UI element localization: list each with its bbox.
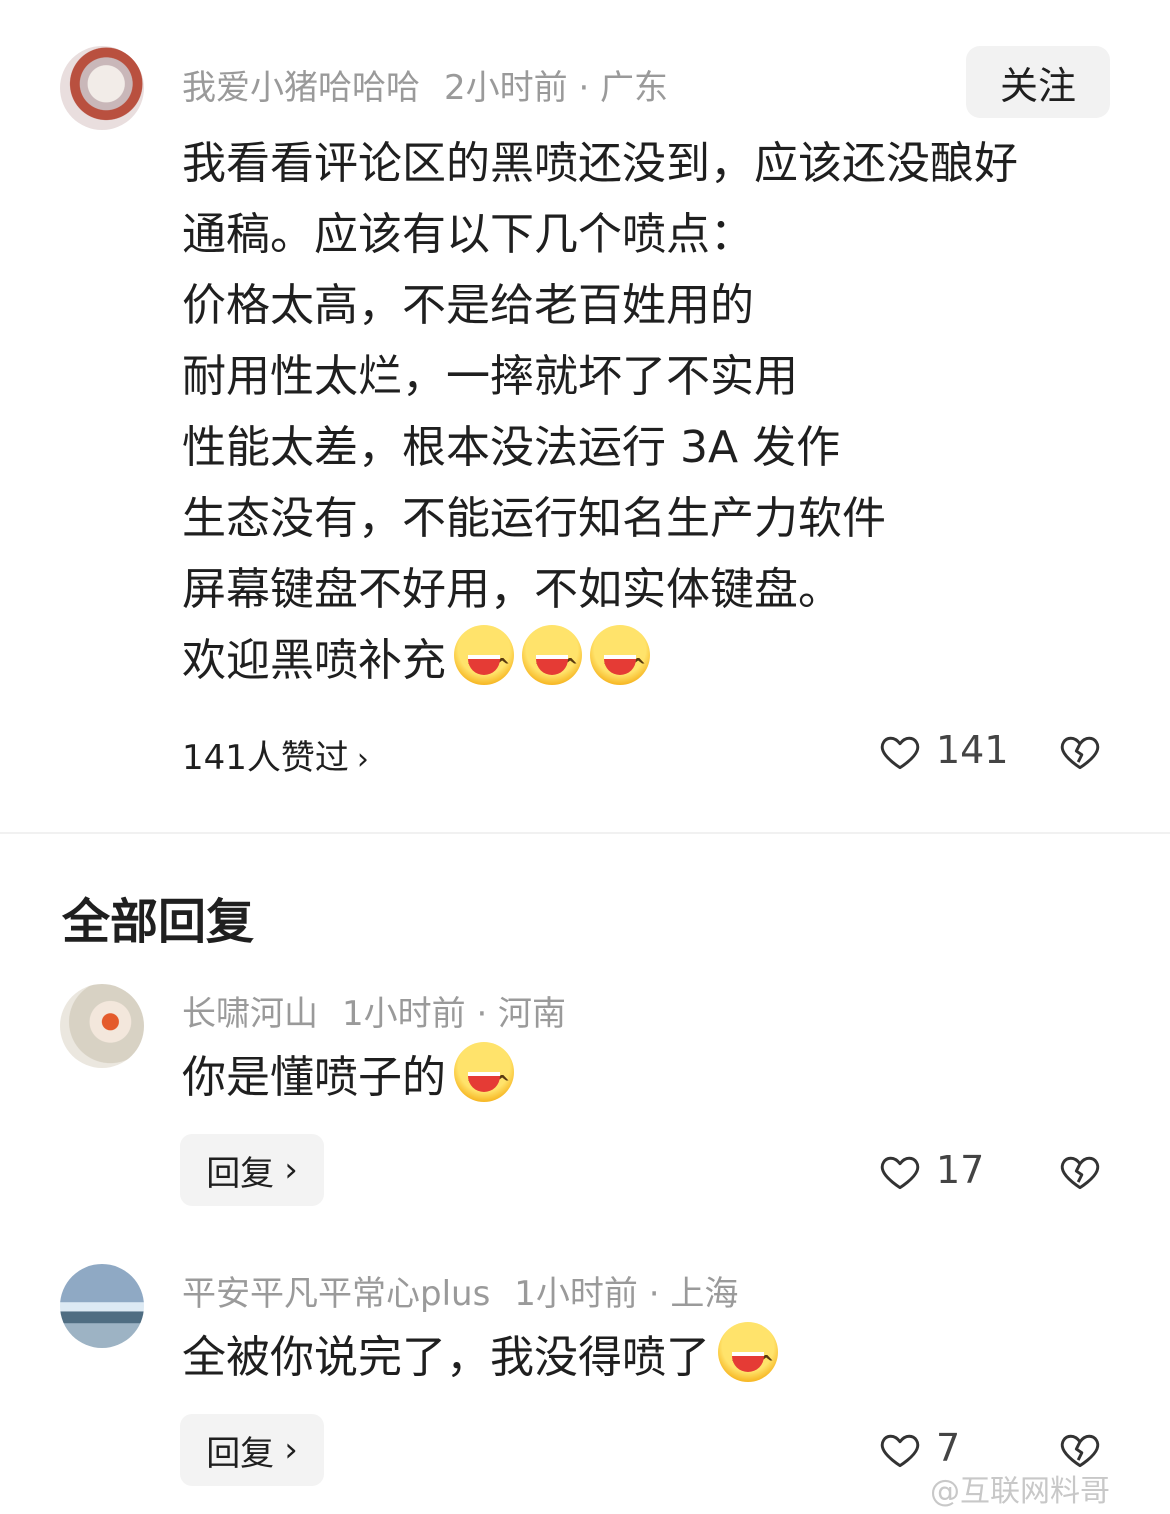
watermark: @互联网料哥 xyxy=(930,1474,1110,1509)
comment-line: 价格太高，不是给老百姓用的 xyxy=(182,280,754,331)
grinning-emoji-icon xyxy=(454,625,514,702)
grinning-emoji-icon xyxy=(454,1042,514,1119)
reply-text: 你是懂喷子的 xyxy=(182,1052,446,1103)
grinning-emoji-icon xyxy=(590,625,650,702)
comment-line: 我看看评论区的黑喷还没到，应该还没酿好 xyxy=(182,138,1018,189)
like-count: 17 xyxy=(936,1148,985,1192)
avatar[interactable] xyxy=(60,46,144,130)
like-count: 141 xyxy=(936,728,1009,772)
divider xyxy=(0,832,1170,834)
comment-line: 耐用性太烂，一摔就坏了不实用 xyxy=(182,351,798,402)
comment-line: 生态没有，不能运行知名生产力软件 xyxy=(182,493,886,544)
reply-button[interactable]: 回复 › xyxy=(180,1134,324,1206)
time-location: 2小时前 · 广东 xyxy=(444,68,669,108)
reply-label: 回复 xyxy=(206,1153,275,1194)
reply-body: 全被你说完了，我没得喷了 xyxy=(182,1322,778,1399)
username[interactable]: 平安平凡平常心plus xyxy=(182,1274,490,1314)
like-count: 7 xyxy=(936,1426,961,1470)
grinning-emoji-icon xyxy=(718,1322,778,1399)
chevron-right-icon: › xyxy=(284,1430,298,1470)
time-location: 1小时前 · 河南 xyxy=(342,994,567,1034)
reply-meta: 长啸河山 1小时前 · 河南 xyxy=(182,986,566,1035)
comment-line: 欢迎黑喷补充 xyxy=(182,635,446,686)
like-heart-icon[interactable] xyxy=(878,1150,922,1194)
grinning-emoji-icon xyxy=(522,625,582,702)
username[interactable]: 长啸河山 xyxy=(182,994,318,1034)
avatar[interactable] xyxy=(60,1264,144,1348)
likers-summary: 141人赞过 xyxy=(182,738,349,778)
broken-heart-icon[interactable] xyxy=(1058,1150,1102,1194)
broken-heart-icon[interactable] xyxy=(1058,730,1102,774)
avatar[interactable] xyxy=(60,984,144,1068)
reply-button[interactable]: 回复 › xyxy=(180,1414,324,1486)
like-heart-icon[interactable] xyxy=(878,730,922,774)
reply-meta: 平安平凡平常心plus 1小时前 · 上海 xyxy=(182,1266,738,1315)
username[interactable]: 我爱小猪哈哈哈 xyxy=(182,68,420,108)
chevron-right-icon: › xyxy=(284,1150,298,1190)
comment-meta: 我爱小猪哈哈哈 2小时前 · 广东 xyxy=(182,60,668,109)
comment-line: 屏幕键盘不好用，不如实体键盘。 xyxy=(182,564,842,615)
likers-summary-link[interactable]: 141人赞过 › xyxy=(182,730,369,779)
time-location: 1小时前 · 上海 xyxy=(514,1274,739,1314)
reply-label: 回复 xyxy=(206,1433,275,1474)
like-heart-icon[interactable] xyxy=(878,1428,922,1472)
comment-line: 性能太差，根本没法运行 3A 发作 xyxy=(182,422,841,473)
follow-button[interactable]: 关注 xyxy=(966,46,1110,118)
section-title: 全部回复 xyxy=(62,894,255,950)
comment-line: 通稿。应该有以下几个喷点： xyxy=(182,209,754,260)
comment-line-last: 欢迎黑喷补充 xyxy=(182,625,1142,702)
reply-body: 你是懂喷子的 xyxy=(182,1042,514,1119)
comment-body: 我看看评论区的黑喷还没到，应该还没酿好 通稿。应该有以下几个喷点： 价格太高，不… xyxy=(182,128,1142,702)
reply-text: 全被你说完了，我没得喷了 xyxy=(182,1332,710,1383)
chevron-right-icon: › xyxy=(356,742,369,777)
